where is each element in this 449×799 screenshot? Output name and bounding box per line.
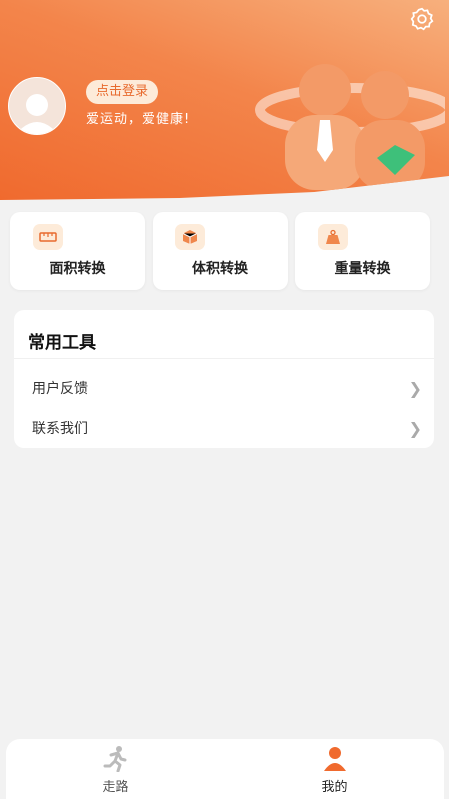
tab-label: 走路 — [102, 780, 129, 795]
login-button[interactable]: 点击登录 — [86, 80, 159, 104]
settings-button[interactable] — [409, 6, 435, 32]
section-title: 常用工具 — [28, 333, 96, 353]
chevron-right-icon: ❯ — [408, 418, 422, 438]
row-label: 用户反馈 — [32, 381, 88, 397]
area-conversion-card[interactable]: 面积转换 — [10, 212, 145, 290]
tab-mine[interactable]: 我的 — [225, 739, 444, 799]
user-icon — [323, 747, 346, 771]
tab-walk[interactable]: 走路 — [6, 739, 225, 799]
gear-icon — [410, 7, 434, 31]
divider — [14, 358, 434, 359]
weight-icon — [317, 224, 348, 250]
chevron-right-icon: ❯ — [408, 378, 422, 398]
volume-conversion-card[interactable]: 体积转换 — [152, 212, 288, 290]
weight-conversion-card[interactable]: 重量转换 — [295, 212, 430, 290]
common-tools-panel: 常用工具 用户反馈 ❯ 联系我们 ❯ — [14, 310, 434, 448]
bottom-tab-bar: 走路 我的 — [6, 739, 444, 799]
conversion-cards: 面积转换 体积转换 重量转换 — [10, 212, 430, 290]
avatar[interactable] — [8, 77, 66, 135]
box-icon — [175, 224, 205, 250]
feedback-row[interactable]: 用户反馈 ❯ — [14, 368, 434, 408]
tab-label: 我的 — [321, 780, 348, 795]
card-label: 面积转换 — [49, 261, 106, 277]
header-illustration — [245, 50, 449, 190]
default-avatar-icon — [16, 94, 58, 134]
row-label: 联系我们 — [32, 421, 88, 437]
card-label: 重量转换 — [334, 261, 391, 277]
ruler-icon — [32, 224, 63, 250]
slogan-text: 爱运动，爱健康! — [86, 112, 191, 127]
card-label: 体积转换 — [192, 261, 248, 277]
running-person-icon — [103, 746, 126, 772]
profile-header: 点击登录 爱运动，爱健康! — [0, 0, 449, 200]
contact-us-row[interactable]: 联系我们 ❯ — [14, 408, 434, 448]
